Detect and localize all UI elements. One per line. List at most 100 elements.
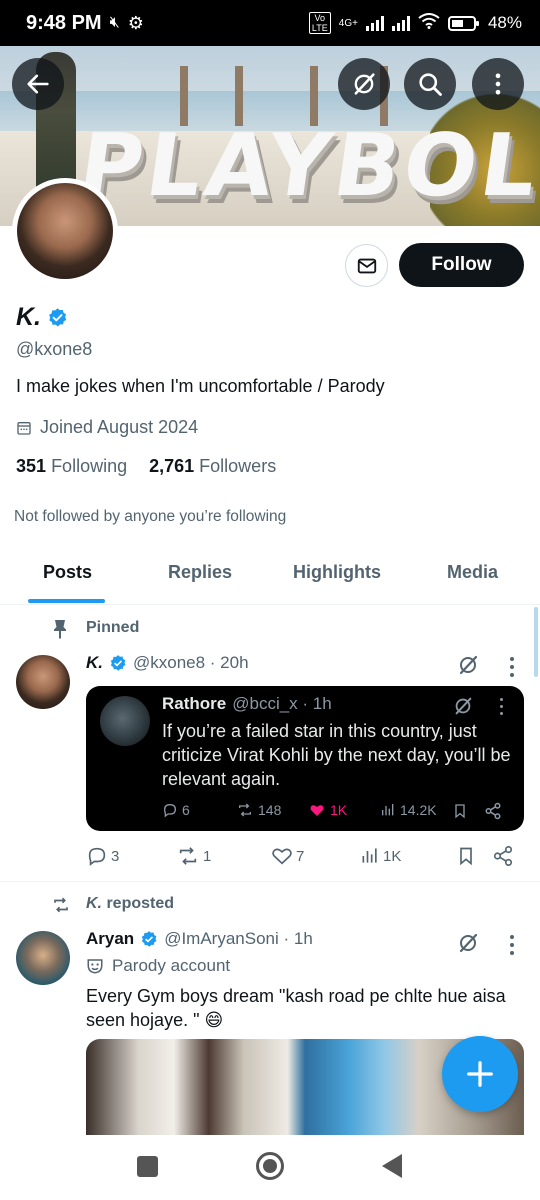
pinned-label: Pinned <box>86 619 140 636</box>
grok-icon <box>354 73 375 95</box>
not-followed-notice: Not followed by anyone you’re following <box>14 508 287 525</box>
following-count: 351 <box>16 456 47 476</box>
mail-icon <box>357 258 376 273</box>
quoted-repost-count: 148 <box>258 802 282 818</box>
tweet-author-name[interactable]: K. <box>86 653 103 673</box>
tab-replies[interactable]: Replies <box>168 562 232 583</box>
reposted-suffix: reposted <box>102 895 175 912</box>
home-button[interactable] <box>256 1152 284 1180</box>
tab-highlights[interactable]: Highlights <box>293 562 381 583</box>
pin-icon <box>54 620 66 639</box>
search-button[interactable] <box>404 58 456 110</box>
repost-count: 1 <box>203 847 212 865</box>
search-icon <box>419 73 442 96</box>
following-stat[interactable]: 351 Following <box>16 456 127 477</box>
grok-icon[interactable] <box>456 653 480 677</box>
views-icon <box>362 848 377 863</box>
plus-icon <box>467 1061 493 1087</box>
like-count: 7 <box>296 847 305 865</box>
signal-icon <box>365 15 384 31</box>
tweet-divider <box>0 881 540 882</box>
quoted-handle-time: @bcci_x · 1h <box>232 694 332 713</box>
tab-posts[interactable]: Posts <box>43 562 92 583</box>
message-button[interactable] <box>345 244 388 287</box>
heart-icon <box>272 848 292 865</box>
quoted-repost-action[interactable]: 148 <box>236 802 281 818</box>
repost-icon <box>179 847 197 865</box>
like-action[interactable]: 7 <box>271 845 304 867</box>
battery-percent: 48% <box>487 13 522 32</box>
profile-avatar[interactable] <box>12 178 118 284</box>
reposted-by-name[interactable]: K. <box>86 895 102 912</box>
profile-stats: 351 Following 2,761 Followers <box>16 456 276 477</box>
parody-text: Parody account <box>112 956 231 975</box>
verified-badge-icon <box>49 308 67 327</box>
reply-action[interactable]: 3 <box>86 845 119 867</box>
joined-text: Joined August 2024 <box>40 417 199 437</box>
quoted-reply-count: 6 <box>182 802 190 818</box>
tweet-handle-time: @kxone8 · 20h <box>133 653 249 672</box>
active-tab-indicator <box>28 599 105 603</box>
views-count: 1K <box>383 847 402 865</box>
system-navigation-bar <box>0 1135 540 1200</box>
tab-media[interactable]: Media <box>447 562 498 583</box>
profile-tabs: Posts Replies Highlights Media <box>0 548 540 605</box>
calendar-icon <box>17 421 31 435</box>
heart-filled-icon <box>310 805 324 816</box>
banner-sign-text: PLAYBOLD <box>72 116 540 216</box>
quoted-author-name: Rathore <box>162 694 227 713</box>
grok-button[interactable] <box>338 58 390 110</box>
joined-date: Joined August 2024 <box>16 417 198 438</box>
bookmark-icon[interactable] <box>456 845 476 867</box>
profile-name-row: K. <box>16 303 68 332</box>
back-arrow-icon <box>27 74 49 94</box>
tweet-more-icon[interactable] <box>510 935 514 959</box>
tweet-more-icon[interactable] <box>510 657 514 681</box>
tweet-header: K. @kxone8 · 20h <box>86 653 249 673</box>
tweet-handle-time: @ImAryanSoni · 1h <box>164 929 313 948</box>
share-icon[interactable] <box>484 802 502 820</box>
quoted-more-icon[interactable] <box>500 698 504 715</box>
recent-apps-button[interactable] <box>137 1156 158 1177</box>
quoted-like-action[interactable]: 1K <box>308 802 347 818</box>
quoted-tweet[interactable]: Rathore @bcci_x · 1h If you’re a failed … <box>86 686 524 831</box>
share-icon[interactable] <box>492 845 514 867</box>
tweet-header: Aryan @ImAryanSoni · 1h <box>86 929 313 949</box>
grok-icon[interactable] <box>456 931 480 955</box>
quoted-views-action[interactable]: 14.2K <box>380 802 437 818</box>
verified-badge-icon <box>110 655 126 671</box>
views-action[interactable]: 1K <box>360 845 401 867</box>
repost-icon <box>239 803 251 817</box>
tweet-author-name[interactable]: Aryan <box>86 929 134 949</box>
reposted-label: K. reposted <box>86 895 174 913</box>
follow-button[interactable]: Follow <box>399 243 524 287</box>
following-label: Following <box>51 456 128 476</box>
quoted-like-count: 1K <box>330 802 348 818</box>
scrollbar[interactable] <box>534 607 538 677</box>
verified-badge-icon <box>141 931 157 947</box>
grok-icon[interactable] <box>452 695 474 717</box>
profile-bio: I make jokes when I'm uncomfortable / Pa… <box>16 376 385 396</box>
back-button[interactable] <box>12 58 64 110</box>
more-options-button[interactable] <box>472 58 524 110</box>
repost-icon <box>54 897 68 913</box>
followers-stat[interactable]: 2,761 Followers <box>149 456 276 477</box>
mute-icon: 🔇︎ <box>109 14 120 31</box>
followers-count: 2,761 <box>149 456 195 476</box>
reply-icon <box>88 847 106 866</box>
profile-handle: @kxone8 <box>16 339 93 359</box>
repost-action[interactable]: 1 <box>176 845 211 867</box>
quoted-header: Rathore @bcci_x · 1h <box>162 694 332 714</box>
quoted-avatar[interactable] <box>100 696 150 746</box>
back-nav-button[interactable] <box>382 1154 402 1178</box>
parody-account-label: Parody account <box>86 956 230 976</box>
tweet-avatar[interactable] <box>16 655 70 709</box>
compose-button[interactable] <box>442 1036 518 1112</box>
bookmark-icon[interactable] <box>452 802 468 820</box>
status-bar: 9:48 PM 🔇︎ ⚙ Vo LTE 4G+ 48% <box>0 0 540 46</box>
tweet-avatar[interactable] <box>16 931 70 985</box>
wifi-icon <box>418 12 440 34</box>
tweet-text: Every Gym boys dream "kash road pe chlte… <box>86 986 506 1030</box>
signal-2-icon <box>391 15 410 31</box>
quoted-reply-action[interactable]: 6 <box>162 802 190 818</box>
